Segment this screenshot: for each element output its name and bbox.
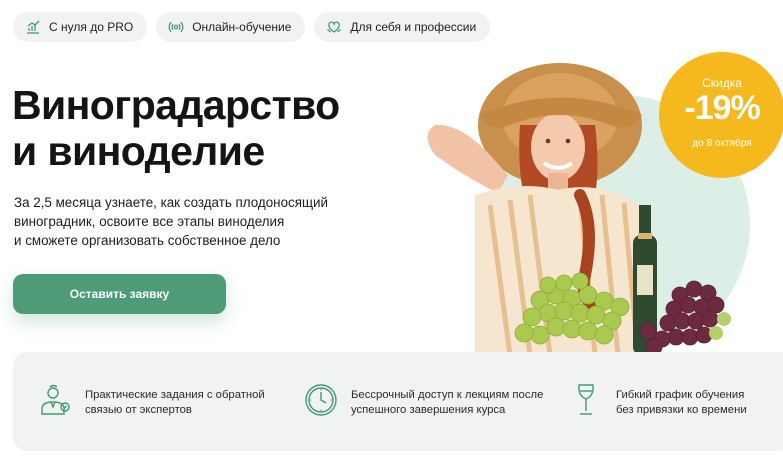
feature-line-1: Практические задания с обратной (85, 389, 265, 401)
tag-list: С нуля до PRO Онлайн-обучение Для себя и… (13, 12, 491, 42)
tag-label: Для себя и профессии (350, 20, 477, 34)
feature-item-schedule: Гибкий график обучения без привязки ко в… (568, 382, 747, 418)
feature-item-practice: Практические задания с обратной связью о… (37, 382, 265, 418)
tag-label: С нуля до PRO (49, 20, 134, 34)
discount-badge: Скидка -19% до 8 октября (659, 52, 783, 178)
feature-line-2: успешного завершения курса (351, 404, 506, 416)
wine-glass-icon (568, 382, 604, 418)
description-line-1: За 2,5 месяца узнаете, как создать плодо… (14, 195, 328, 210)
submit-application-button[interactable]: Оставить заявку (13, 274, 226, 314)
tag-label: Онлайн-обучение (192, 20, 292, 34)
title-line-1: Виноградарство (12, 82, 340, 128)
feature-item-access: Бессрочный доступ к лекциям после успешн… (303, 382, 543, 418)
page-title: Виноградарство и виноделие (12, 82, 412, 174)
feature-line-1: Гибкий график обучения (616, 389, 745, 401)
tag-personal-professional: Для себя и профессии (314, 12, 491, 42)
discount-label: Скидка (702, 76, 742, 90)
tag-online: Онлайн-обучение (156, 12, 306, 42)
expert-person-icon (37, 382, 73, 418)
course-description: За 2,5 месяца узнаете, как создать плодо… (14, 193, 354, 250)
description-line-2: виноградник, освоите все этапы виноделия (14, 214, 285, 229)
discount-value: -19% (684, 89, 760, 127)
broadcast-icon (168, 19, 184, 35)
feature-text: Бессрочный доступ к лекциям после успешн… (351, 382, 543, 418)
feature-line-2: без привязки ко времени (616, 404, 747, 416)
feature-text: Практические задания с обратной связью о… (85, 382, 265, 418)
growth-chart-icon (25, 19, 41, 35)
discount-deadline: до 8 октября (692, 138, 752, 149)
features-panel: Практические задания с обратной связью о… (13, 352, 783, 451)
tag-zero-to-pro: С нуля до PRO (13, 12, 148, 42)
feature-text: Гибкий график обучения без привязки ко в… (616, 382, 747, 418)
heart-hands-icon (326, 19, 342, 35)
description-line-3: и сможете организовать собственное дело (14, 233, 281, 248)
feature-line-1: Бессрочный доступ к лекциям после (351, 389, 544, 401)
title-line-2: и виноделие (12, 128, 265, 174)
clock-icon (303, 382, 339, 418)
feature-line-2: связью от экспертов (85, 404, 192, 416)
